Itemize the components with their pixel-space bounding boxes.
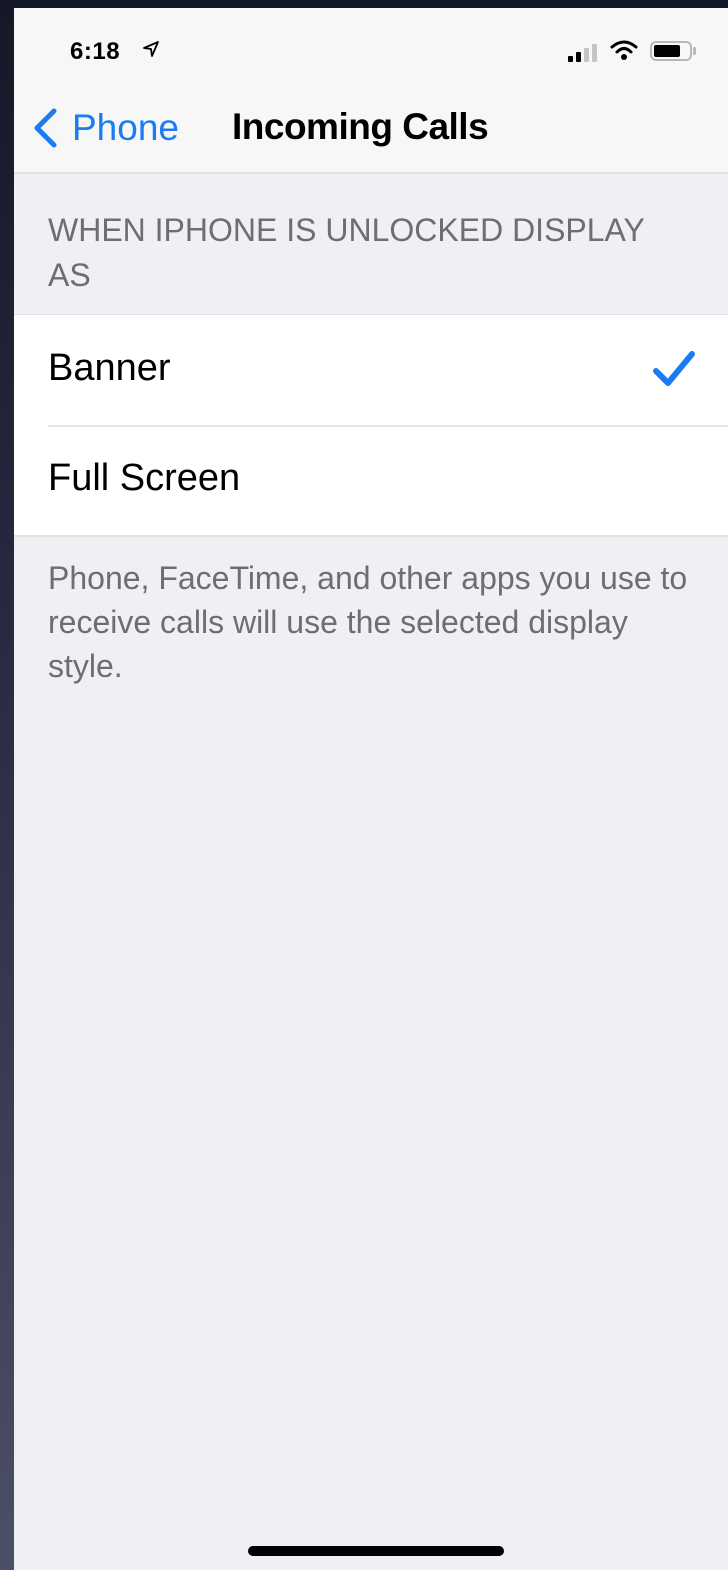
section-header: WHEN IPHONE IS UNLOCKED DISPLAY AS <box>48 212 645 293</box>
home-indicator[interactable] <box>248 1546 504 1556</box>
back-button[interactable]: Phone <box>32 104 179 152</box>
status-time: 6:18 <box>70 38 121 65</box>
signal-icon <box>568 44 597 62</box>
display-style-list: Banner Full Screen <box>14 314 728 537</box>
location-arrow-icon <box>143 41 159 57</box>
option-banner-label: Banner <box>48 347 171 389</box>
checkmark-icon <box>653 351 695 386</box>
option-full-screen[interactable]: Full Screen <box>14 425 728 535</box>
option-banner[interactable]: Banner <box>14 315 728 425</box>
phone-screen: 6:18 Phone Incoming Calls WHEN IPHONE IS… <box>14 8 728 1570</box>
status-bar: 6:18 <box>14 8 728 86</box>
option-full-screen-label: Full Screen <box>48 457 241 499</box>
section-footer-note: Phone, FaceTime, and other apps you use … <box>48 560 688 684</box>
navigation-bar: Phone Incoming Calls <box>14 86 728 174</box>
page-title: Incoming Calls <box>232 106 489 147</box>
chevron-left-icon <box>34 108 57 148</box>
battery-icon <box>650 41 696 61</box>
wifi-icon <box>610 40 638 60</box>
back-button-label: Phone <box>72 107 179 148</box>
